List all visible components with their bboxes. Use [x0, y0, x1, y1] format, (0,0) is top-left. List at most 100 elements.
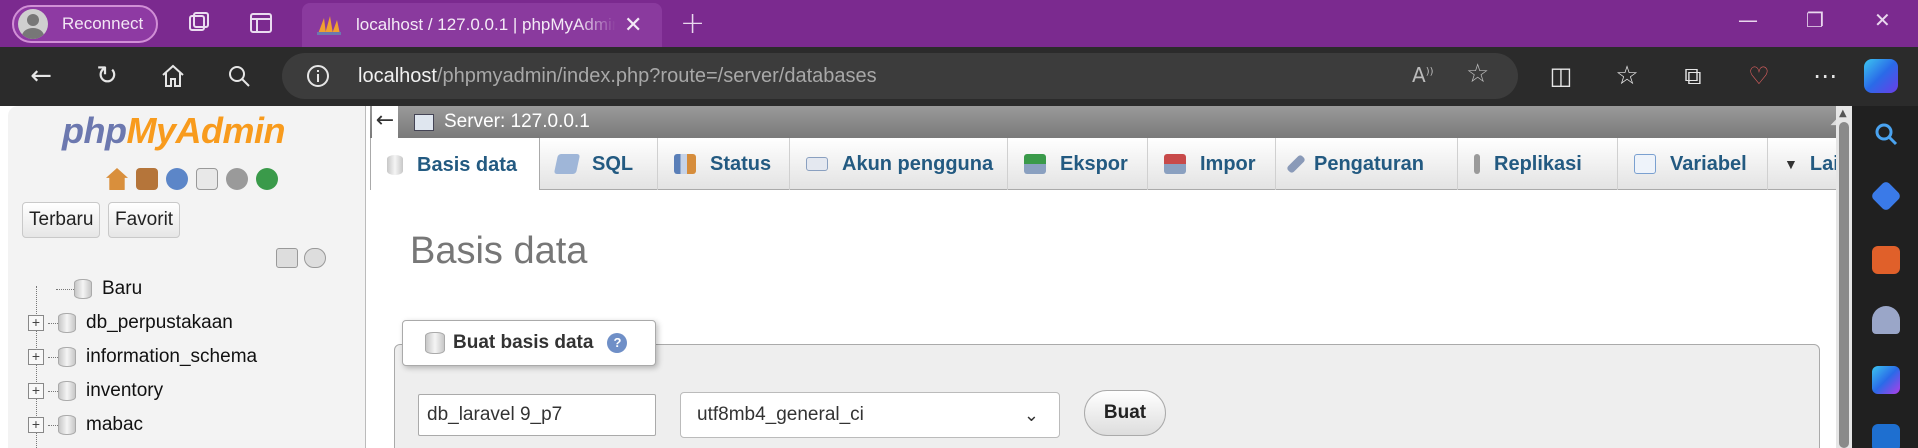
navigation-panel: phpMyAdmin Terbaru Favorit Baru + db_per…	[8, 106, 366, 448]
users-icon	[806, 157, 828, 171]
favorites-icon[interactable]: ☆	[1612, 61, 1642, 91]
home-icon[interactable]	[158, 61, 188, 91]
browser-tab-active[interactable]: localhost / 127.0.0.1 | phpMyAdmin ✕	[302, 3, 662, 47]
collation-select[interactable]: utf8mb4_general_ci ⌄	[680, 392, 1060, 438]
create-database-button[interactable]: Buat	[1084, 390, 1166, 436]
search-icon[interactable]	[224, 61, 254, 91]
link-with-main-panel-icon[interactable]	[304, 248, 326, 268]
tab-replication[interactable]: Replikasi	[1458, 138, 1618, 190]
expand-icon[interactable]: +	[28, 383, 44, 399]
help-icon[interactable]: ?	[607, 333, 628, 353]
tab-label: Variabel	[1670, 152, 1747, 175]
shopping-tag-icon[interactable]	[1870, 180, 1902, 212]
tab-actions-icon[interactable]	[248, 10, 274, 36]
close-tab-icon[interactable]: ✕	[624, 13, 642, 38]
home-icon[interactable]	[106, 168, 128, 190]
more-options-icon[interactable]: ⋯	[1810, 61, 1840, 91]
documentation-icon[interactable]	[196, 168, 218, 190]
tree-branch	[56, 288, 74, 290]
favorite-star-icon[interactable]: ☆	[1466, 59, 1489, 89]
logo-php: php	[62, 110, 127, 151]
help-icon[interactable]	[166, 168, 188, 190]
split-screen-icon[interactable]: ◫	[1546, 61, 1576, 91]
database-icon	[387, 155, 403, 175]
import-icon	[1164, 154, 1186, 174]
tree-node-mabac[interactable]: + mabac	[28, 410, 143, 440]
tree-node-db_perpustakaan[interactable]: + db_perpustakaan	[28, 308, 233, 338]
browser-titlebar: Reconnect localhost / 127.0.0.1 | phpMyA…	[0, 0, 1918, 47]
database-icon	[58, 415, 76, 435]
database-icon	[58, 381, 76, 401]
minimize-icon[interactable]: —	[1738, 8, 1758, 32]
profile-reconnect-button[interactable]: Reconnect	[12, 5, 158, 43]
tab-sql[interactable]: SQL	[540, 138, 658, 190]
address-bar[interactable]: localhost/phpmyadmin/index.php?route=/se…	[282, 53, 1518, 99]
expand-icon[interactable]: +	[28, 315, 44, 331]
replication-icon	[1474, 154, 1480, 174]
server-breadcrumb[interactable]: Server: 127.0.0.1	[444, 111, 590, 133]
tab-import[interactable]: Impor	[1148, 138, 1276, 190]
new-database-icon	[74, 279, 92, 299]
phpmyadmin-logo[interactable]: phpMyAdmin	[62, 110, 285, 152]
collections-icon[interactable]: ⧉	[1678, 61, 1708, 91]
search-icon[interactable]	[1872, 120, 1900, 148]
url-path: /phpmyadmin/index.php?route=/server/data…	[436, 65, 877, 87]
favorite-tables-button[interactable]: Favorit	[108, 202, 181, 238]
sql-icon	[553, 154, 581, 174]
tab-label: Impor	[1200, 152, 1256, 175]
database-icon	[58, 313, 76, 333]
browser-essentials-icon[interactable]: ♡	[1744, 61, 1774, 91]
tools-briefcase-icon[interactable]	[1872, 246, 1900, 274]
tab-settings[interactable]: Pengaturan	[1276, 138, 1458, 190]
server-breadcrumb-bar: ← Server: 127.0.0.1 ⏶	[370, 106, 1852, 138]
tab-status[interactable]: Status	[658, 138, 790, 190]
tree-node-inventory[interactable]: + inventory	[28, 376, 163, 406]
create-database-icon	[425, 332, 445, 354]
tab-label: Ekspor	[1060, 152, 1128, 175]
tab-user-accounts[interactable]: Akun pengguna	[790, 138, 1008, 190]
restore-icon[interactable]: ❐	[1806, 8, 1824, 32]
workspaces-icon[interactable]	[186, 10, 212, 36]
tab-label: Basis data	[417, 153, 518, 176]
variables-icon	[1634, 154, 1656, 174]
read-aloud-icon[interactable]: A))	[1412, 63, 1434, 87]
tree-node-label: db_perpustakaan	[86, 312, 233, 333]
tree-node-label: inventory	[86, 380, 164, 401]
recent-tables-button[interactable]: Terbaru	[22, 202, 101, 238]
collapse-navigation-icon[interactable]: ←	[372, 106, 398, 138]
tab-variables[interactable]: Variabel	[1618, 138, 1768, 190]
browser-edge-sidebar	[1852, 106, 1918, 448]
tree-branch	[48, 390, 58, 392]
outlook-icon[interactable]	[1872, 424, 1900, 448]
tree-node-label: Baru	[102, 278, 143, 299]
games-icon[interactable]	[1872, 306, 1900, 334]
new-tab-icon[interactable]: +	[680, 6, 705, 41]
copilot-icon[interactable]	[1864, 59, 1898, 93]
status-chart-icon	[674, 154, 696, 174]
logo-my: My	[126, 110, 176, 151]
create-database-legend: Buat basis data ?	[402, 320, 656, 366]
collapse-all-icon[interactable]	[276, 248, 298, 268]
back-icon[interactable]: ←	[26, 61, 56, 91]
reload-navigation-icon[interactable]	[256, 168, 278, 190]
database-name-input[interactable]	[418, 394, 656, 436]
url-host: localhost	[358, 65, 437, 87]
chevron-down-icon: ⌄	[1023, 405, 1039, 425]
tree-node-new[interactable]: Baru	[56, 274, 142, 304]
settings-gear-icon[interactable]	[226, 168, 248, 190]
close-window-icon[interactable]: ✕	[1874, 8, 1891, 32]
scroll-up-icon[interactable]: ▲	[1839, 108, 1847, 119]
microsoft-365-icon[interactable]	[1872, 366, 1900, 394]
tree-node-label: information_schema	[86, 346, 258, 367]
scrollbar-thumb[interactable]	[1839, 122, 1849, 448]
page-scrollbar[interactable]: ▲	[1836, 106, 1852, 448]
tab-export[interactable]: Ekspor	[1008, 138, 1148, 190]
site-info-icon[interactable]	[306, 64, 330, 88]
tab-databases[interactable]: Basis data	[370, 138, 540, 192]
logout-icon[interactable]	[136, 168, 158, 190]
wrench-icon	[1286, 154, 1306, 174]
expand-icon[interactable]: +	[28, 349, 44, 365]
tree-node-information_schema[interactable]: + information_schema	[28, 342, 257, 372]
reload-icon[interactable]: ↻	[92, 61, 122, 91]
expand-icon[interactable]: +	[28, 417, 44, 433]
